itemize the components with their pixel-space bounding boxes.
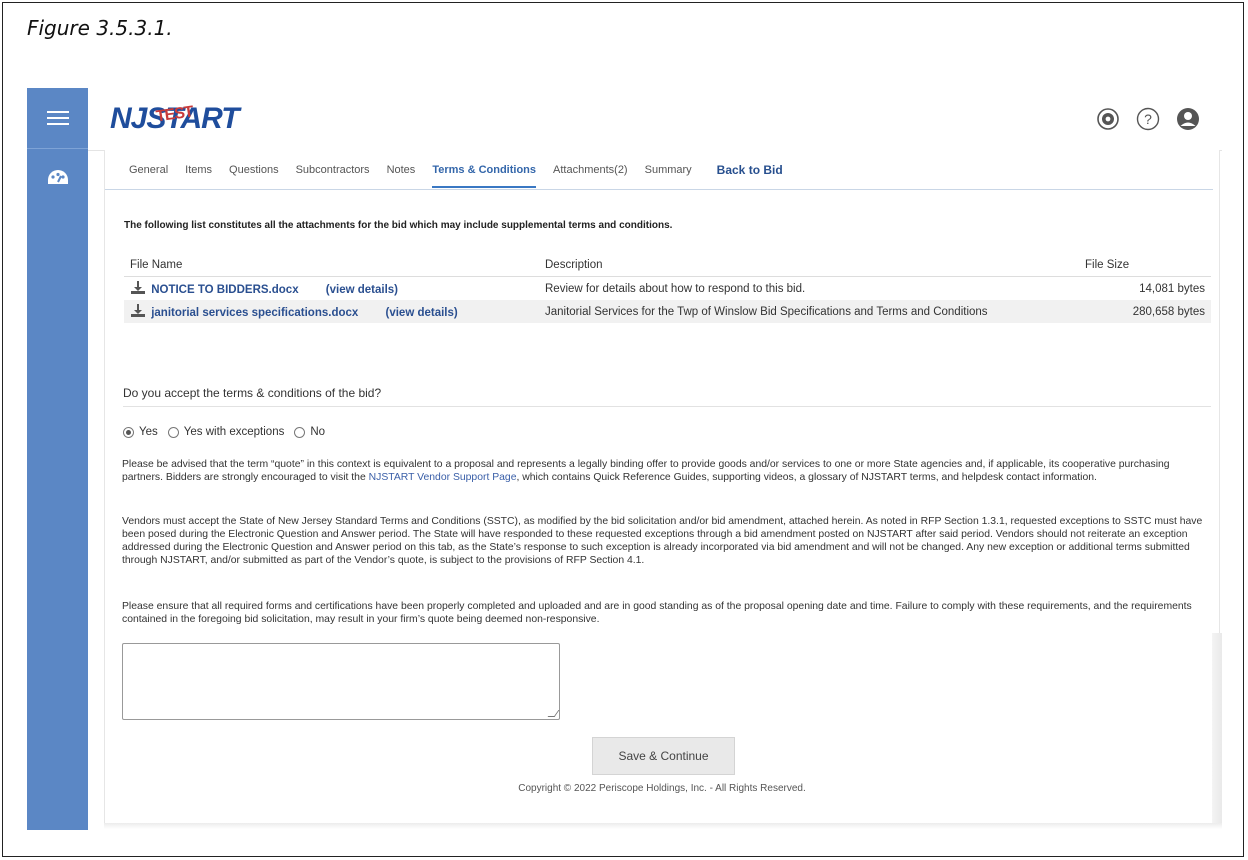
tab-attachments[interactable]: Attachments(2) (553, 152, 628, 188)
col-file-name: File Name (124, 256, 539, 277)
vendor-support-link[interactable]: NJSTART Vendor Support Page (369, 472, 517, 483)
sidebar (27, 88, 88, 830)
njstart-logo[interactable]: NJSTART TEST (110, 102, 240, 136)
col-description: Description (539, 256, 1079, 277)
radio-yes-with-exceptions[interactable]: Yes with exceptions (167, 426, 284, 438)
terms-radio-group: Yes Yes with exceptions No (123, 426, 325, 438)
attachments-intro: The following list constitutes all the a… (124, 220, 673, 231)
sstc-paragraph: Vendors must accept the State of New Jer… (122, 516, 1203, 566)
file-description: Janitorial Services for the Twp of Winsl… (539, 300, 1079, 323)
tab-terms-conditions[interactable]: Terms & Conditions (432, 152, 537, 188)
figure-caption: Figure 3.5.3.1. (27, 16, 173, 40)
view-details-link[interactable]: (view details) (326, 284, 398, 296)
file-description: Review for details about how to respond … (545, 282, 806, 295)
top-bar: NJSTART TEST ? (88, 88, 1222, 151)
exceptions-textarea[interactable] (122, 643, 560, 720)
quote-notice-paragraph: Please be advised that the term “quote” … (122, 459, 1170, 483)
view-details-link[interactable]: (view details) (386, 307, 458, 319)
radio-no[interactable]: No (294, 426, 325, 438)
radio-dot[interactable] (167, 426, 179, 438)
table-header-row: File Name Description File Size (124, 256, 1211, 277)
col-file-size: File Size (1079, 256, 1211, 277)
dashboard-button[interactable] (27, 149, 88, 209)
radio-dot[interactable] (123, 426, 134, 438)
download-icon[interactable] (130, 304, 146, 318)
tab-items[interactable]: Items (185, 152, 212, 188)
resize-handle-icon[interactable] (547, 710, 560, 717)
hamburger-icon (46, 107, 69, 129)
tab-general[interactable]: General (129, 152, 168, 188)
help-icon[interactable]: ? (1136, 107, 1160, 131)
back-to-bid-link[interactable]: Back to Bid (717, 151, 783, 189)
tab-questions[interactable]: Questions (229, 152, 279, 188)
dashboard-icon (47, 170, 68, 184)
terms-question: Do you accept the terms & conditions of … (123, 386, 1211, 407)
page-shadow (104, 823, 1222, 829)
tab-subcontractors[interactable]: Subcontractors (296, 152, 370, 188)
save-continue-button[interactable]: Save & Continue (592, 737, 735, 775)
table-row: NOTICE TO BIDDERS.docx (view details) Re… (124, 277, 1211, 301)
settings-icon[interactable] (1096, 107, 1120, 131)
forms-paragraph: Please ensure that all required forms an… (122, 601, 1192, 625)
tab-notes[interactable]: Notes (387, 152, 416, 188)
user-avatar-icon[interactable] (1176, 107, 1200, 131)
file-size: 280,658 bytes (1079, 300, 1211, 323)
page-shadow (1212, 633, 1222, 823)
menu-button[interactable] (27, 88, 88, 149)
table-row: janitorial services specifications.docx … (124, 300, 1211, 323)
tab-bar: General Items Questions Subcontractors N… (105, 150, 1213, 190)
tab-summary[interactable]: Summary (645, 152, 692, 188)
radio-yes[interactable]: Yes (123, 426, 158, 438)
svg-text:?: ? (1144, 111, 1152, 127)
radio-dot[interactable] (294, 426, 306, 438)
download-icon[interactable] (130, 281, 146, 295)
file-link[interactable]: janitorial services specifications.docx (151, 307, 358, 319)
file-size: 14,081 bytes (1139, 282, 1205, 295)
main-content: General Items Questions Subcontractors N… (104, 150, 1220, 824)
copyright-text: Copyright © 2022 Periscope Holdings, Inc… (518, 783, 806, 794)
attachments-table: File Name Description File Size NOTICE T… (124, 256, 1211, 323)
file-link[interactable]: NOTICE TO BIDDERS.docx (151, 284, 298, 296)
